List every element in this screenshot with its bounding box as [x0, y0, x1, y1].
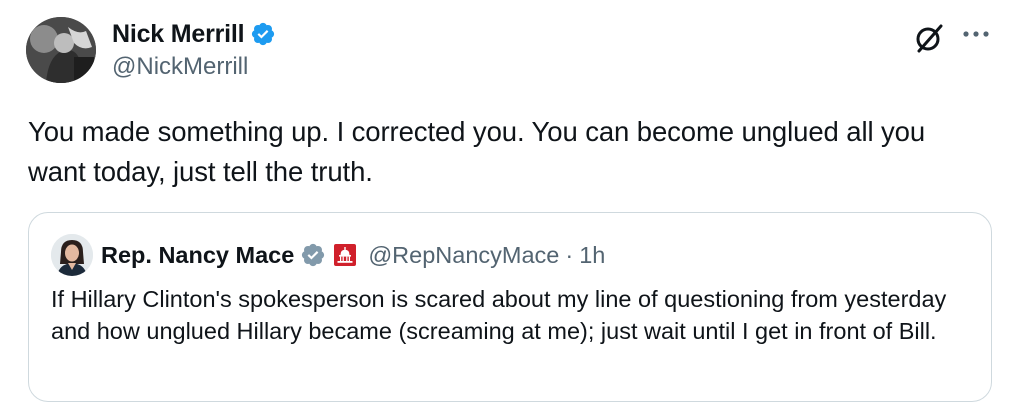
verified-badge-icon [252, 22, 275, 46]
verified-badge-gray-icon [302, 243, 325, 267]
tweet: Nick Merrill @NickMerrill You made somet… [0, 0, 1024, 412]
quote-author-avatar[interactable] [51, 234, 93, 276]
author-handle[interactable]: @NickMerrill [112, 53, 248, 81]
quoted-tweet[interactable]: Rep. Nancy Mace @RepNancyMace · 1h If Hi… [28, 212, 992, 402]
quote-author-name[interactable]: Rep. Nancy Mace [101, 242, 294, 269]
grok-icon[interactable] [912, 21, 946, 55]
quote-text: If Hillary Clinton's spokesperson is sca… [51, 286, 947, 344]
quote-header: Rep. Nancy Mace @RepNancyMace · 1h [101, 237, 605, 273]
author-name[interactable]: Nick Merrill [112, 20, 245, 49]
tweet-text: You made something up. I corrected you. … [28, 116, 926, 187]
author-name-row[interactable]: Nick Merrill [112, 17, 276, 51]
quote-separator: · [565, 241, 574, 268]
author-avatar[interactable] [26, 17, 96, 83]
more-icon[interactable] [960, 22, 992, 46]
quote-timestamp[interactable]: 1h [579, 242, 605, 269]
quote-author-handle[interactable]: @RepNancyMace [368, 242, 559, 269]
us-capitol-icon [334, 244, 357, 266]
